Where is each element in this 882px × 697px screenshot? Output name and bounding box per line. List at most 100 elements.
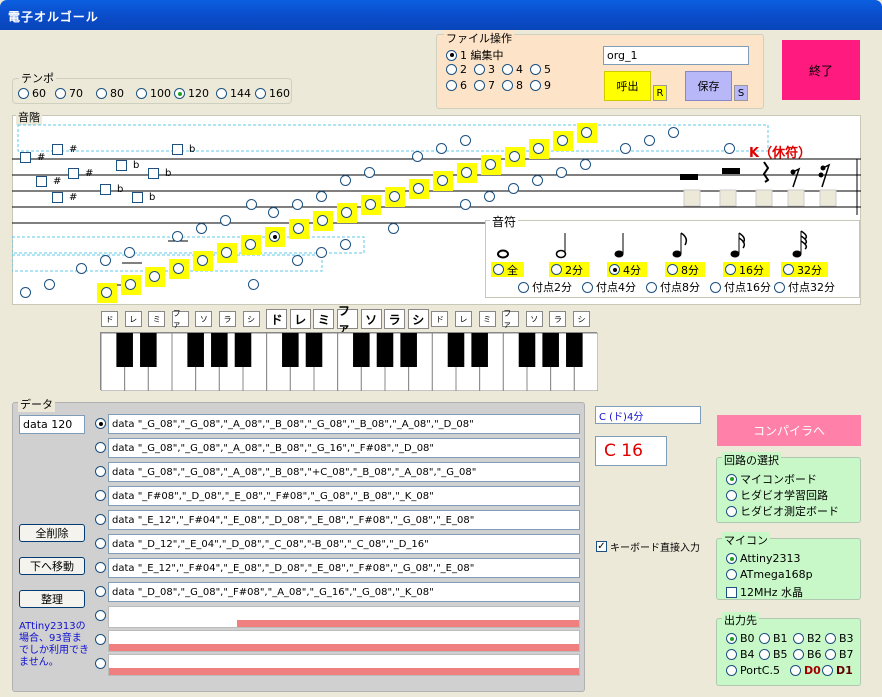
note-position-extra-22[interactable]	[484, 191, 495, 202]
current-line-field[interactable]: data 120	[19, 415, 85, 434]
black-key-1[interactable]	[140, 333, 157, 367]
black-key-12[interactable]	[518, 333, 536, 367]
black-key-11[interactable]	[471, 333, 488, 367]
tempo-option-6[interactable]: 160	[255, 87, 290, 100]
dotted-option-2[interactable]: 付点8分	[646, 279, 700, 295]
note-position-18[interactable]	[529, 139, 549, 159]
key-label-button-0[interactable]: ド	[101, 311, 118, 327]
black-key-0[interactable]	[116, 333, 133, 367]
note-length-option-1[interactable]: 2分	[549, 262, 589, 277]
note-length-option-2[interactable]: 4分	[607, 262, 647, 277]
key-label-button-15[interactable]: レ	[455, 311, 472, 327]
circuit-option-1[interactable]: ヒダビオ学習回路	[726, 487, 828, 503]
save-button[interactable]: 保存	[685, 71, 732, 101]
note-position-extra-6[interactable]	[196, 223, 207, 234]
data-line-field-4[interactable]: data "_E_12","_F#04","_E_08","_D_08","_E…	[108, 510, 580, 530]
tempo-option-1[interactable]: 70	[55, 87, 83, 100]
note-position-extra-28[interactable]	[644, 135, 655, 146]
output-option-10[interactable]: D1	[822, 664, 853, 677]
arrange-button[interactable]: 整理	[19, 590, 85, 608]
key-label-button-8[interactable]: レ	[289, 309, 311, 329]
file-slot-5-radio[interactable]: 5	[530, 63, 551, 76]
data-line-field-7[interactable]: data "_D_08","_G_08","_F#08","_A_08","_G…	[108, 582, 580, 602]
note-position-2[interactable]	[145, 267, 165, 287]
key-label-button-19[interactable]: ラ	[549, 311, 567, 327]
note-position-extra-15[interactable]	[340, 175, 351, 186]
flat-checkbox-0[interactable]	[172, 144, 183, 155]
note-position-extra-27[interactable]	[620, 143, 631, 154]
dotted-option-4[interactable]: 付点32分	[774, 279, 835, 295]
tempo-option-0[interactable]: 60	[18, 87, 46, 100]
data-line-field-6[interactable]: data "_E_12","_F#04","_E_08","_D_08","_E…	[108, 558, 580, 578]
note-position-extra-8[interactable]	[248, 279, 259, 290]
black-key-4[interactable]	[234, 333, 252, 367]
note-position-extra-0[interactable]	[20, 287, 31, 298]
note-position-extra-10[interactable]	[292, 255, 303, 266]
note-position-9[interactable]	[313, 211, 333, 231]
data-line-radio-6[interactable]	[95, 562, 106, 573]
data-line-radio-2[interactable]	[95, 466, 106, 477]
tempo-option-3[interactable]: 100	[136, 87, 171, 100]
data-line-radio-3[interactable]	[95, 490, 106, 501]
note-position-20[interactable]	[577, 123, 597, 143]
data-line-field-9[interactable]	[108, 630, 580, 652]
key-label-button-14[interactable]: ド	[431, 311, 449, 327]
file-slot-3-radio[interactable]: 3	[474, 63, 495, 76]
key-label-button-2[interactable]: ミ	[148, 311, 166, 327]
black-key-8[interactable]	[376, 333, 394, 367]
key-label-button-5[interactable]: ラ	[219, 311, 236, 327]
data-line-radio-10[interactable]	[95, 658, 106, 669]
data-line-field-8[interactable]	[108, 606, 580, 628]
black-key-10[interactable]	[447, 333, 465, 367]
note-position-extra-18[interactable]	[412, 151, 423, 162]
note-position-17[interactable]	[505, 147, 525, 167]
compile-button[interactable]: コンパイラへ	[717, 415, 861, 446]
key-label-button-3[interactable]: ファ	[171, 309, 189, 329]
output-option-7[interactable]: B7	[825, 648, 854, 661]
note-length-option-3[interactable]: 8分	[665, 262, 705, 277]
note-position-extra-16[interactable]	[364, 167, 375, 178]
flat-checkbox-2[interactable]	[148, 168, 159, 179]
data-line-radio-0[interactable]	[95, 418, 106, 429]
sharp-checkbox-4[interactable]	[52, 192, 63, 203]
note-position-14[interactable]	[433, 171, 453, 191]
black-key-13[interactable]	[542, 333, 559, 367]
note-position-15[interactable]	[457, 163, 477, 183]
note-position-extra-3[interactable]	[100, 255, 111, 266]
output-option-1[interactable]: B1	[759, 632, 788, 645]
note-position-extra-23[interactable]	[508, 183, 519, 194]
key-label-button-16[interactable]: ミ	[478, 311, 496, 327]
tempo-option-2[interactable]: 80	[96, 87, 124, 100]
data-line-radio-7[interactable]	[95, 586, 106, 597]
key-label-button-12[interactable]: ラ	[384, 309, 406, 329]
output-option-9[interactable]: D0	[790, 664, 821, 677]
data-line-field-10[interactable]	[108, 654, 580, 676]
note-position-extra-7[interactable]	[220, 215, 231, 226]
note-position-extra-13[interactable]	[292, 199, 303, 210]
dotted-option-1[interactable]: 付点4分	[582, 279, 636, 295]
black-key-9[interactable]	[400, 333, 417, 367]
data-line-field-1[interactable]: data "_G_08","_G_08","_A_08","_B_08","_G…	[108, 438, 580, 458]
output-option-6[interactable]: B6	[793, 648, 822, 661]
output-option-2[interactable]: B2	[793, 632, 822, 645]
output-option-4[interactable]: B4	[726, 648, 755, 661]
note-position-extra-26[interactable]	[580, 159, 591, 170]
crystal-checkbox[interactable]: 12MHz 水晶	[726, 584, 803, 600]
note-length-option-5[interactable]: 32分	[781, 262, 828, 277]
data-line-field-0[interactable]: data "_G_08","_G_08","_A_08","_B_08","_G…	[108, 414, 580, 434]
call-button[interactable]: 呼出	[604, 71, 651, 101]
note-position-extra-5[interactable]	[172, 231, 183, 242]
data-line-radio-8[interactable]	[95, 610, 106, 621]
black-key-6[interactable]	[305, 333, 323, 367]
piano-keyboard[interactable]	[100, 332, 599, 392]
circuit-option-0[interactable]: マイコンボード	[726, 471, 817, 487]
data-line-radio-1[interactable]	[95, 442, 106, 453]
output-option-0[interactable]: B0	[726, 632, 755, 645]
note-position-extra-24[interactable]	[532, 175, 543, 186]
note-position-extra-25[interactable]	[556, 167, 567, 178]
mcu-option-0[interactable]: Attiny2313	[726, 552, 801, 565]
dotted-option-0[interactable]: 付点2分	[518, 279, 572, 295]
note-position-extra-9[interactable]	[268, 207, 279, 218]
output-option-8[interactable]: PortC.5	[726, 664, 780, 677]
note-position-extra-1[interactable]	[44, 279, 55, 290]
